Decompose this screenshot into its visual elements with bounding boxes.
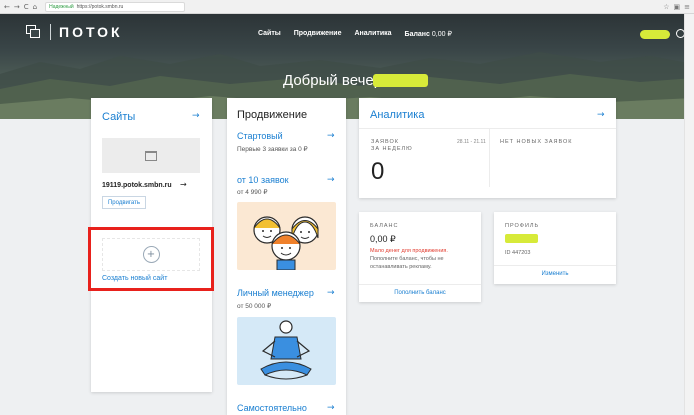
browser-nav: ← → C ⌂ <box>4 3 37 11</box>
promo-starter-sub: Первые 3 заявки за 0 ₽ <box>237 146 308 153</box>
address-bar[interactable]: Надежный https://potok.smbn.ru <box>45 1 186 12</box>
promo-manager-sub: от 50 000 ₽ <box>237 303 272 310</box>
promo-self-arrow-icon[interactable]: → <box>327 403 335 413</box>
top-up-balance-button[interactable]: Пополнить баланс <box>359 290 481 296</box>
balance-note: Пополните баланс, чтобы не останавливать… <box>370 256 444 270</box>
analytics-card: Аналитика → ЗАЯВОК ЗА НЕДЕЛЮ 28.11 - 21.… <box>359 98 616 198</box>
balance-card-value: 0,00 ₽ <box>370 234 396 244</box>
menu-analytics[interactable]: Аналитика <box>354 30 391 38</box>
edit-profile-button[interactable]: Изменить <box>494 271 616 277</box>
sites-arrow-icon[interactable]: → <box>192 111 200 121</box>
site-domain[interactable]: 19119.potok.smbn.ru <box>102 182 172 189</box>
no-new-leads-label: НЕТ НОВЫХ ЗАЯВОК <box>500 139 573 145</box>
promotion-card: Продвижение Стартовый → Первые 3 заявки … <box>227 98 346 415</box>
page-scrollbar[interactable] <box>684 14 694 415</box>
balance-card-label: БАЛАНС <box>370 223 399 229</box>
leads-count: 0 <box>371 158 385 185</box>
analytics-title[interactable]: Аналитика <box>370 109 424 121</box>
promo-manager-arrow-icon[interactable]: → <box>327 288 335 298</box>
balance-value: 0,00 ₽ <box>431 31 452 38</box>
profile-card: ПРОФИЛЬ ID 447203 Изменить <box>494 212 616 284</box>
people-illustration <box>237 202 336 271</box>
logo-text: ПОТОК <box>59 24 123 40</box>
logo-mark-icon <box>26 25 42 39</box>
promote-button[interactable]: Продвигать <box>102 196 146 209</box>
promotion-title: Продвижение <box>237 109 308 121</box>
site-domain-arrow-icon[interactable]: → <box>180 180 187 189</box>
browser-toolbar: ← → C ⌂ Надежный https://potok.smbn.ru ☆… <box>0 0 694 14</box>
promo-starter-title[interactable]: Стартовый <box>237 131 283 141</box>
balance-warning: Мало денег для продвижения. <box>370 248 448 254</box>
reload-icon[interactable]: C <box>24 3 29 11</box>
bookmark-star-icon[interactable]: ☆ <box>663 3 669 11</box>
promo-10-leads-title[interactable]: от 10 заявок <box>237 175 289 185</box>
promo-self-title[interactable]: Самостоятельно <box>237 403 307 413</box>
greeting-name-redacted <box>373 74 428 87</box>
extension-icon[interactable]: ▣ <box>674 3 681 11</box>
sites-title[interactable]: Сайты <box>102 111 135 123</box>
menu-promotion[interactable]: Продвижение <box>294 30 342 38</box>
meditation-illustration <box>237 317 336 385</box>
profile-id: ID 447203 <box>505 250 531 256</box>
top-menu: Сайты Продвижение Аналитика Баланс 0,00 … <box>258 30 452 38</box>
greeting: Добрый вечер, <box>283 72 387 89</box>
promo-starter-arrow-icon[interactable]: → <box>327 131 335 141</box>
menu-balance[interactable]: Баланс 0,00 ₽ <box>405 30 452 38</box>
analytics-arrow-icon[interactable]: → <box>597 110 605 120</box>
three-faces-icon <box>253 216 319 271</box>
back-icon[interactable]: ← <box>4 3 10 11</box>
profile-name-redacted <box>505 234 538 243</box>
profile-label: ПРОФИЛЬ <box>505 223 540 229</box>
browser-actions: ☆ ▣ ≡ <box>663 3 690 11</box>
home-icon[interactable]: ⌂ <box>33 3 37 11</box>
promo-manager-title[interactable]: Личный менеджер <box>237 288 314 298</box>
user-name-redacted[interactable] <box>640 30 670 39</box>
site-thumbnail[interactable] <box>102 138 200 173</box>
url-text: https://potok.smbn.ru <box>76 3 124 10</box>
meditating-person-icon <box>260 320 312 380</box>
balance-label: Баланс <box>404 31 430 38</box>
annotation-highlight-box <box>88 227 214 291</box>
promo-10-leads-sub: от 4 990 ₽ <box>237 189 268 196</box>
leads-date-range: 28.11 - 21.11 <box>457 139 486 145</box>
leads-week-label: ЗАЯВОК ЗА НЕДЕЛЮ <box>371 139 413 152</box>
menu-sites[interactable]: Сайты <box>258 30 281 38</box>
forward-icon[interactable]: → <box>14 3 20 11</box>
logo[interactable]: ПОТОК <box>26 24 123 40</box>
promo-10-leads-arrow-icon[interactable]: → <box>327 175 335 185</box>
secure-label: Надежный <box>49 3 74 10</box>
balance-card: БАЛАНС 0,00 ₽ Мало денег для продвижения… <box>359 212 481 302</box>
browser-menu-icon[interactable]: ≡ <box>684 3 690 11</box>
browser-window-icon <box>145 150 157 161</box>
